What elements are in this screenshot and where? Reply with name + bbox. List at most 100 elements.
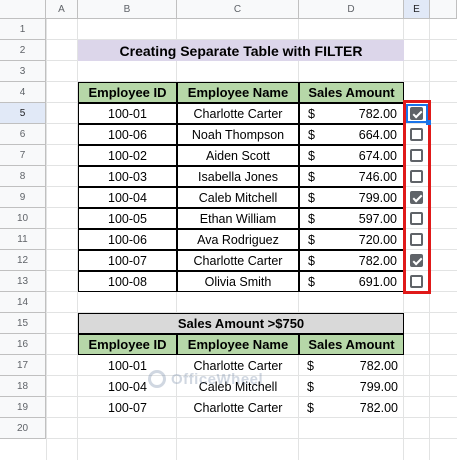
row-header-1[interactable]: 1 <box>0 19 46 40</box>
row-header-17[interactable]: 17 <box>0 355 46 376</box>
employee-id-cell[interactable]: 100-06 <box>78 229 177 250</box>
employee-name-cell[interactable]: Ava Rodriguez <box>177 229 299 250</box>
filter-employee-name-cell[interactable]: Charlotte Carter <box>177 397 299 418</box>
employee-id-cell[interactable]: 100-08 <box>78 271 177 292</box>
row-header-19[interactable]: 19 <box>0 397 46 418</box>
column-header-c[interactable]: C <box>177 0 299 19</box>
employee-name-cell[interactable]: Charlotte Carter <box>177 250 299 271</box>
sales-amount-cell[interactable]: $720.00 <box>299 229 404 250</box>
row-header-4[interactable]: 4 <box>0 82 46 103</box>
row-header-18[interactable]: 18 <box>0 376 46 397</box>
employee-name-cell[interactable]: Charlotte Carter <box>177 103 299 124</box>
select-all-corner[interactable] <box>0 0 46 19</box>
row-header-2[interactable]: 2 <box>0 40 46 61</box>
row-header-6[interactable]: 6 <box>0 124 46 145</box>
sales-amount-cell[interactable]: $691.00 <box>299 271 404 292</box>
currency-symbol: $ <box>308 127 315 142</box>
amount-value: 782.00 <box>359 400 398 415</box>
filter-sales-amount-cell[interactable]: $782.00 <box>299 397 404 418</box>
row-header-11[interactable]: 11 <box>0 229 46 250</box>
column-header-a[interactable]: A <box>46 0 78 19</box>
employee-name-cell[interactable]: Caleb Mitchell <box>177 187 299 208</box>
column-header-e[interactable]: E <box>404 0 430 19</box>
filter-header-employee-id[interactable]: Employee ID <box>78 334 177 355</box>
column-header-empty <box>430 0 457 19</box>
page-title[interactable]: Creating Separate Table with FILTER <box>78 40 404 61</box>
filter-sales-amount-cell[interactable]: $799.00 <box>299 376 404 397</box>
currency-symbol: $ <box>308 190 315 205</box>
spreadsheet-grid[interactable]: A B C D E 1 2 3 4 5 6 7 8 9 10 11 12 13 14 15 16 17 18 19 20 Crea… <box>0 0 457 460</box>
officewheel-logo-icon <box>148 370 166 388</box>
row-header-15[interactable]: 15 <box>0 313 46 334</box>
currency-symbol: $ <box>308 169 315 184</box>
amount-value: 720.00 <box>358 232 397 247</box>
sales-amount-cell[interactable]: $597.00 <box>299 208 404 229</box>
row-header-12[interactable]: 12 <box>0 250 46 271</box>
amount-value: 782.00 <box>358 106 397 121</box>
amount-value: 664.00 <box>358 127 397 142</box>
employee-name-cell[interactable]: Olivia Smith <box>177 271 299 292</box>
amount-value: 799.00 <box>359 379 398 394</box>
row-header-5[interactable]: 5 <box>0 103 46 124</box>
filter-header-sales-amount[interactable]: Sales Amount <box>299 334 404 355</box>
currency-symbol: $ <box>308 232 315 247</box>
filter-header-employee-name[interactable]: Employee Name <box>177 334 299 355</box>
currency-symbol: $ <box>308 211 315 226</box>
currency-symbol: $ <box>307 379 314 394</box>
currency-symbol: $ <box>308 274 315 289</box>
amount-value: 746.00 <box>358 169 397 184</box>
currency-symbol: $ <box>308 106 315 121</box>
amount-value: 691.00 <box>358 274 397 289</box>
amount-value: 782.00 <box>358 253 397 268</box>
sales-amount-cell[interactable]: $799.00 <box>299 187 404 208</box>
row-header-20[interactable]: 20 <box>0 418 46 439</box>
row-header-14[interactable]: 14 <box>0 292 46 313</box>
checkbox-highlight-box <box>403 100 431 294</box>
row-header-13[interactable]: 13 <box>0 271 46 292</box>
active-cell-selection <box>406 104 428 123</box>
fill-handle[interactable] <box>426 120 431 125</box>
officewheel-watermark: OfficeWheel <box>148 370 263 388</box>
employee-name-cell[interactable]: Aiden Scott <box>177 145 299 166</box>
row-header-8[interactable]: 8 <box>0 166 46 187</box>
currency-symbol: $ <box>308 148 315 163</box>
table-header-employee-name[interactable]: Employee Name <box>177 82 299 103</box>
table-header-employee-id[interactable]: Employee ID <box>78 82 177 103</box>
employee-id-cell[interactable]: 100-02 <box>78 145 177 166</box>
gridline-horizontal <box>46 438 457 439</box>
column-header-d[interactable]: D <box>299 0 404 19</box>
column-header-b[interactable]: B <box>78 0 177 19</box>
row-header-3[interactable]: 3 <box>0 61 46 82</box>
amount-value: 597.00 <box>358 211 397 226</box>
employee-id-cell[interactable]: 100-05 <box>78 208 177 229</box>
currency-symbol: $ <box>307 400 314 415</box>
sales-amount-cell[interactable]: $782.00 <box>299 103 404 124</box>
table-header-sales-amount[interactable]: Sales Amount <box>299 82 404 103</box>
filter-sales-amount-cell[interactable]: $782.00 <box>299 355 404 376</box>
currency-symbol: $ <box>308 253 315 268</box>
sales-amount-cell[interactable]: $746.00 <box>299 166 404 187</box>
employee-id-cell[interactable]: 100-03 <box>78 166 177 187</box>
row-header-7[interactable]: 7 <box>0 145 46 166</box>
row-header-10[interactable]: 10 <box>0 208 46 229</box>
sales-amount-cell[interactable]: $664.00 <box>299 124 404 145</box>
employee-name-cell[interactable]: Isabella Jones <box>177 166 299 187</box>
filter-table-title[interactable]: Sales Amount >$750 <box>78 313 404 334</box>
sales-amount-cell[interactable]: $782.00 <box>299 250 404 271</box>
filter-employee-id-cell[interactable]: 100-07 <box>78 397 177 418</box>
employee-id-cell[interactable]: 100-06 <box>78 124 177 145</box>
employee-id-cell[interactable]: 100-07 <box>78 250 177 271</box>
employee-name-cell[interactable]: Ethan William <box>177 208 299 229</box>
row-header-16[interactable]: 16 <box>0 334 46 355</box>
row-header-9[interactable]: 9 <box>0 187 46 208</box>
watermark-text: OfficeWheel <box>171 370 264 388</box>
amount-value: 674.00 <box>358 148 397 163</box>
employee-id-cell[interactable]: 100-04 <box>78 187 177 208</box>
sales-amount-cell[interactable]: $674.00 <box>299 145 404 166</box>
employee-id-cell[interactable]: 100-01 <box>78 103 177 124</box>
currency-symbol: $ <box>307 358 314 373</box>
amount-value: 799.00 <box>358 190 397 205</box>
employee-name-cell[interactable]: Noah Thompson <box>177 124 299 145</box>
amount-value: 782.00 <box>359 358 398 373</box>
gridline-vertical <box>46 19 47 460</box>
